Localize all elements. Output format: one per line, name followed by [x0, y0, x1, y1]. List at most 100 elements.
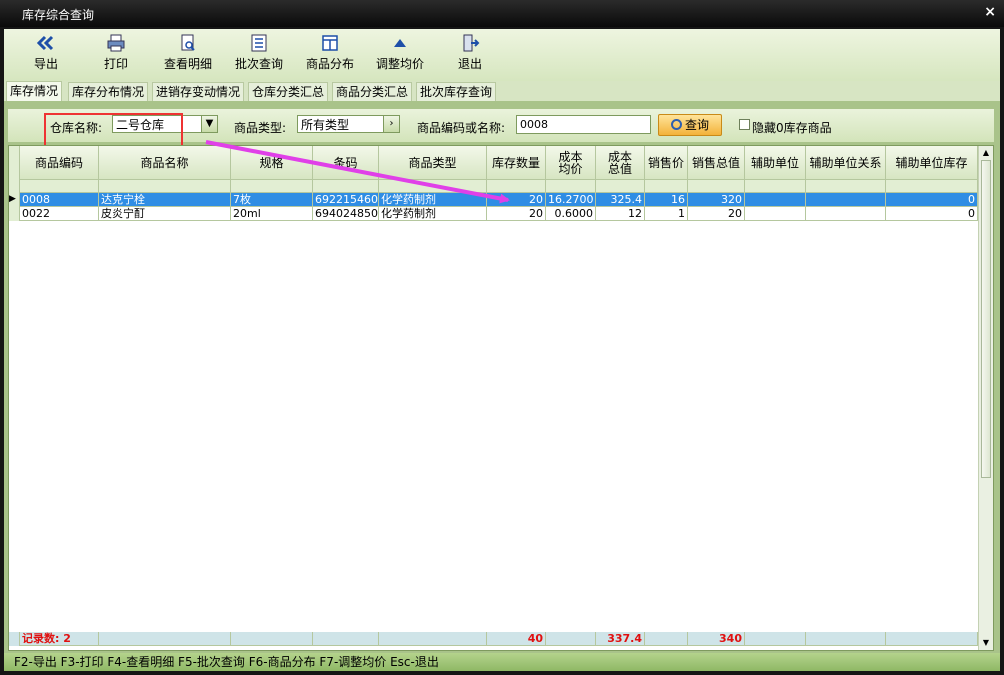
- row-indicator: [9, 632, 20, 646]
- query-button[interactable]: 查询: [658, 114, 722, 136]
- table-cell[interactable]: 皮炎宁酊: [99, 207, 231, 221]
- vertical-scrollbar[interactable]: ▲ ▼: [978, 146, 993, 650]
- column-header[interactable]: 辅助单位库存: [886, 146, 978, 180]
- table-cell[interactable]: 20ml: [231, 207, 313, 221]
- filter-cell[interactable]: [645, 180, 688, 193]
- chevron-right-icon[interactable]: ›: [383, 116, 399, 132]
- filter-cell[interactable]: [20, 180, 99, 193]
- view-detail-label: 查看明细: [163, 57, 212, 71]
- table-cell[interactable]: [745, 193, 806, 207]
- column-header[interactable]: 库存数量: [487, 146, 546, 180]
- tab-category-summary[interactable]: 商品分类汇总: [332, 82, 413, 101]
- hide-zero-label: 隐藏0库存商品: [752, 121, 832, 135]
- table-row[interactable]: ▶ 0008 达克宁栓 7枚 69221546000 化学药制剂 20 16.2…: [9, 193, 978, 207]
- sales-total: 340: [688, 632, 745, 646]
- tab-inventory-distribution[interactable]: 库存分布情况: [68, 82, 149, 101]
- table-cell[interactable]: 7枚: [231, 193, 313, 207]
- column-header[interactable]: 成本总值: [596, 146, 645, 180]
- table-cell[interactable]: [806, 207, 886, 221]
- footer-cell: [806, 632, 886, 646]
- table-cell[interactable]: 0: [886, 193, 978, 207]
- tab-batch-inventory[interactable]: 批次库存查询: [416, 82, 497, 101]
- tab-stock-changes[interactable]: 进销存变动情况: [152, 82, 245, 101]
- table-row[interactable]: 0022 皮炎宁酊 20ml 69402485000 化学药制剂 20 0.60…: [9, 207, 978, 221]
- code-label: 商品编码或名称:: [417, 121, 506, 135]
- filter-cell[interactable]: [99, 180, 231, 193]
- column-header[interactable]: 辅助单位: [745, 146, 806, 180]
- table-cell[interactable]: 化学药制剂: [379, 207, 487, 221]
- filter-cell[interactable]: [546, 180, 596, 193]
- status-bar: F2-导出 F3-打印 F4-查看明细 F5-批次查询 F6-商品分布 F7-调…: [4, 653, 1000, 671]
- table-cell[interactable]: 1: [645, 207, 688, 221]
- table-cell[interactable]: 0008: [20, 193, 99, 207]
- table-cell[interactable]: [806, 193, 886, 207]
- export-button[interactable]: 导出: [28, 33, 64, 77]
- filter-cell[interactable]: [379, 180, 487, 193]
- filter-cell[interactable]: [806, 180, 886, 193]
- document-search-icon: [181, 34, 195, 51]
- footer-cell: [379, 632, 487, 646]
- table-cell[interactable]: 12: [596, 207, 645, 221]
- table-cell[interactable]: 0.6000: [546, 207, 596, 221]
- tab-inventory[interactable]: 库存情况: [6, 81, 63, 102]
- scroll-up-icon[interactable]: ▲: [980, 146, 992, 160]
- view-detail-button[interactable]: 查看明细: [161, 33, 215, 77]
- table-cell[interactable]: 69402485000: [313, 207, 379, 221]
- query-label: 查询: [684, 118, 709, 132]
- column-header[interactable]: 商品名称: [99, 146, 231, 180]
- type-value: 所有类型: [301, 118, 350, 132]
- table-cell[interactable]: 20: [688, 207, 745, 221]
- scrollbar-thumb[interactable]: [981, 160, 991, 478]
- table-cell[interactable]: [745, 207, 806, 221]
- product-distribution-button[interactable]: 商品分布: [303, 33, 357, 77]
- footer-cell: [886, 632, 978, 646]
- column-header[interactable]: 辅助单位关系: [806, 146, 886, 180]
- batch-query-button[interactable]: 批次查询: [232, 33, 286, 77]
- type-select[interactable]: 所有类型 ›: [297, 115, 400, 133]
- table-cell[interactable]: 20: [487, 207, 546, 221]
- adjust-avg-price-button[interactable]: 调整均价: [373, 33, 427, 77]
- filter-cell[interactable]: [886, 180, 978, 193]
- table-cell[interactable]: 16.2700: [546, 193, 596, 207]
- tab-warehouse-summary[interactable]: 仓库分类汇总: [248, 82, 329, 101]
- column-header[interactable]: 商品类型: [379, 146, 487, 180]
- code-input[interactable]: 0008: [516, 115, 651, 134]
- column-header[interactable]: 销售价: [645, 146, 688, 180]
- inventory-table: 商品编码 商品名称 规格 条码 商品类型 库存数量 成本均价 成本总值 销售价 …: [8, 145, 994, 651]
- column-header[interactable]: 成本均价: [546, 146, 596, 180]
- column-header[interactable]: 条码: [313, 146, 379, 180]
- table-cell[interactable]: 化学药制剂: [379, 193, 487, 207]
- content-panel: 仓库名称: 二号仓库 ▼ 商品类型: 所有类型 › 商品编码或名称: 0008 …: [4, 101, 1000, 653]
- record-count: 记录数: 2: [20, 632, 99, 646]
- footer-cell: [745, 632, 806, 646]
- table-cell[interactable]: 0: [886, 207, 978, 221]
- footer-cell: [231, 632, 313, 646]
- table-cell[interactable]: 20: [487, 193, 546, 207]
- hide-zero-checkbox[interactable]: [739, 119, 750, 130]
- table-cell[interactable]: 325.4: [596, 193, 645, 207]
- filter-cell[interactable]: [688, 180, 745, 193]
- filter-cell[interactable]: [313, 180, 379, 193]
- print-button[interactable]: 打印: [98, 33, 134, 77]
- column-header[interactable]: 规格: [231, 146, 313, 180]
- app-window: 库存综合查询 × 导出 打印 查看明细 批次查询 商品分布 调整均价 退出 库存…: [0, 0, 1004, 675]
- filter-cell[interactable]: [231, 180, 313, 193]
- scroll-down-icon[interactable]: ▼: [980, 636, 992, 650]
- table-cell[interactable]: 69221546000: [313, 193, 379, 207]
- table-cell[interactable]: 16: [645, 193, 688, 207]
- exit-label: 退出: [457, 57, 482, 71]
- filter-bar: 仓库名称: 二号仓库 ▼ 商品类型: 所有类型 › 商品编码或名称: 0008 …: [8, 109, 994, 153]
- exit-button[interactable]: 退出: [452, 33, 488, 77]
- column-header[interactable]: 商品编码: [20, 146, 99, 180]
- magnifier-icon: [670, 119, 682, 130]
- table-cell[interactable]: 达克宁栓: [99, 193, 231, 207]
- table-cell[interactable]: 0022: [20, 207, 99, 221]
- column-header[interactable]: 销售总值: [688, 146, 745, 180]
- table-cell[interactable]: 320: [688, 193, 745, 207]
- filter-cell[interactable]: [745, 180, 806, 193]
- chevron-down-icon[interactable]: ▼: [201, 116, 217, 132]
- qty-total: 40: [487, 632, 546, 646]
- close-icon[interactable]: ×: [984, 4, 996, 20]
- filter-cell[interactable]: [487, 180, 546, 193]
- filter-cell[interactable]: [596, 180, 645, 193]
